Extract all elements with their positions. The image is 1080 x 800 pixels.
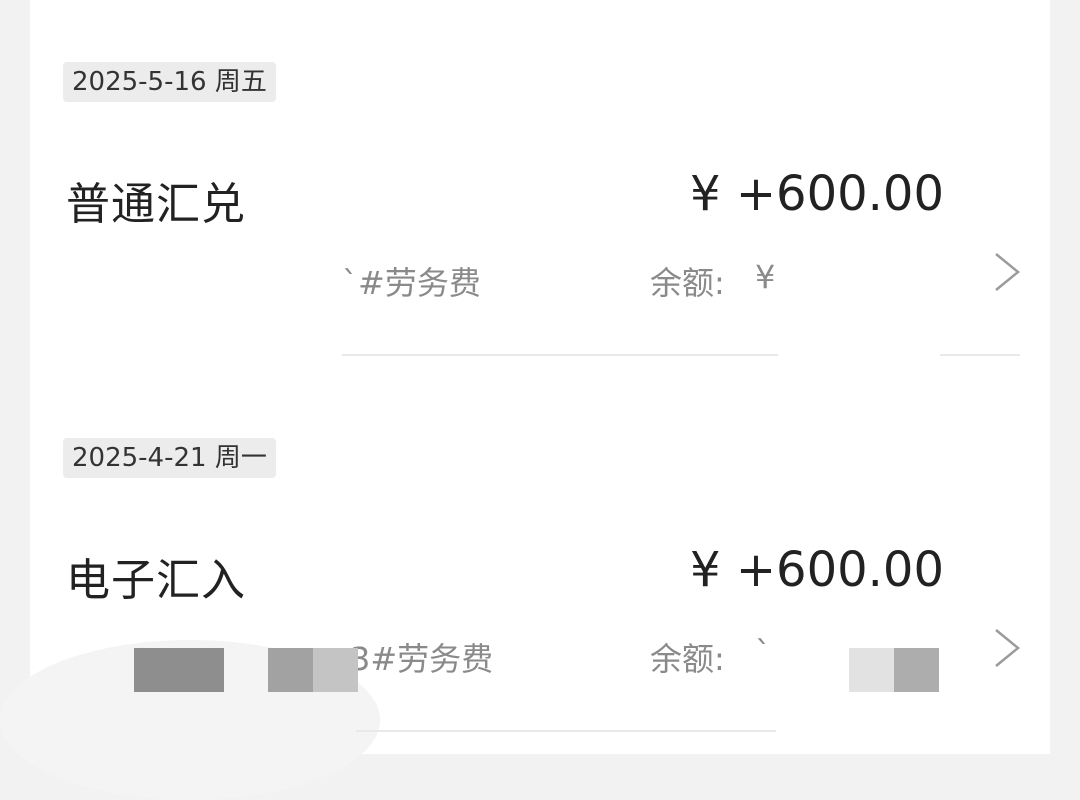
date-header: 2025-5-16 周五: [63, 62, 276, 102]
balance-value: `: [755, 634, 771, 672]
balance-label: 余额:: [650, 264, 725, 302]
transaction-amount: ¥ +600.00: [690, 542, 944, 598]
redaction-mosaic: [894, 648, 939, 692]
transaction-amount: ¥ +600.00: [690, 166, 944, 222]
transaction-list: 2025-5-16 周五 普通汇兑 ¥ +600.00 `#劳务费 余额: ¥ …: [0, 0, 1050, 800]
divider: [940, 354, 1020, 356]
transaction-remark: 3#劳务费: [350, 640, 494, 678]
date-header: 2025-4-21 周一: [63, 438, 276, 478]
transaction-title: 普通汇兑: [66, 179, 246, 230]
redaction-mosaic: [268, 648, 313, 692]
transaction-remark: `#劳务费: [342, 264, 481, 302]
redaction-mosaic: [849, 648, 894, 692]
divider: [356, 730, 776, 732]
divider: [342, 354, 778, 356]
balance-value: ¥: [755, 258, 776, 296]
redaction-mosaic: [134, 648, 224, 692]
balance-label: 余额:: [650, 640, 725, 678]
chevron-right-icon[interactable]: [990, 626, 1026, 670]
chevron-right-icon[interactable]: [990, 250, 1026, 294]
screen: { "transactions": [ { "date": "2025-5-16…: [0, 0, 1080, 800]
redaction-mosaic: [313, 648, 358, 692]
transaction-title: 电子汇入: [66, 555, 246, 606]
redaction-mask: [30, 250, 340, 350]
